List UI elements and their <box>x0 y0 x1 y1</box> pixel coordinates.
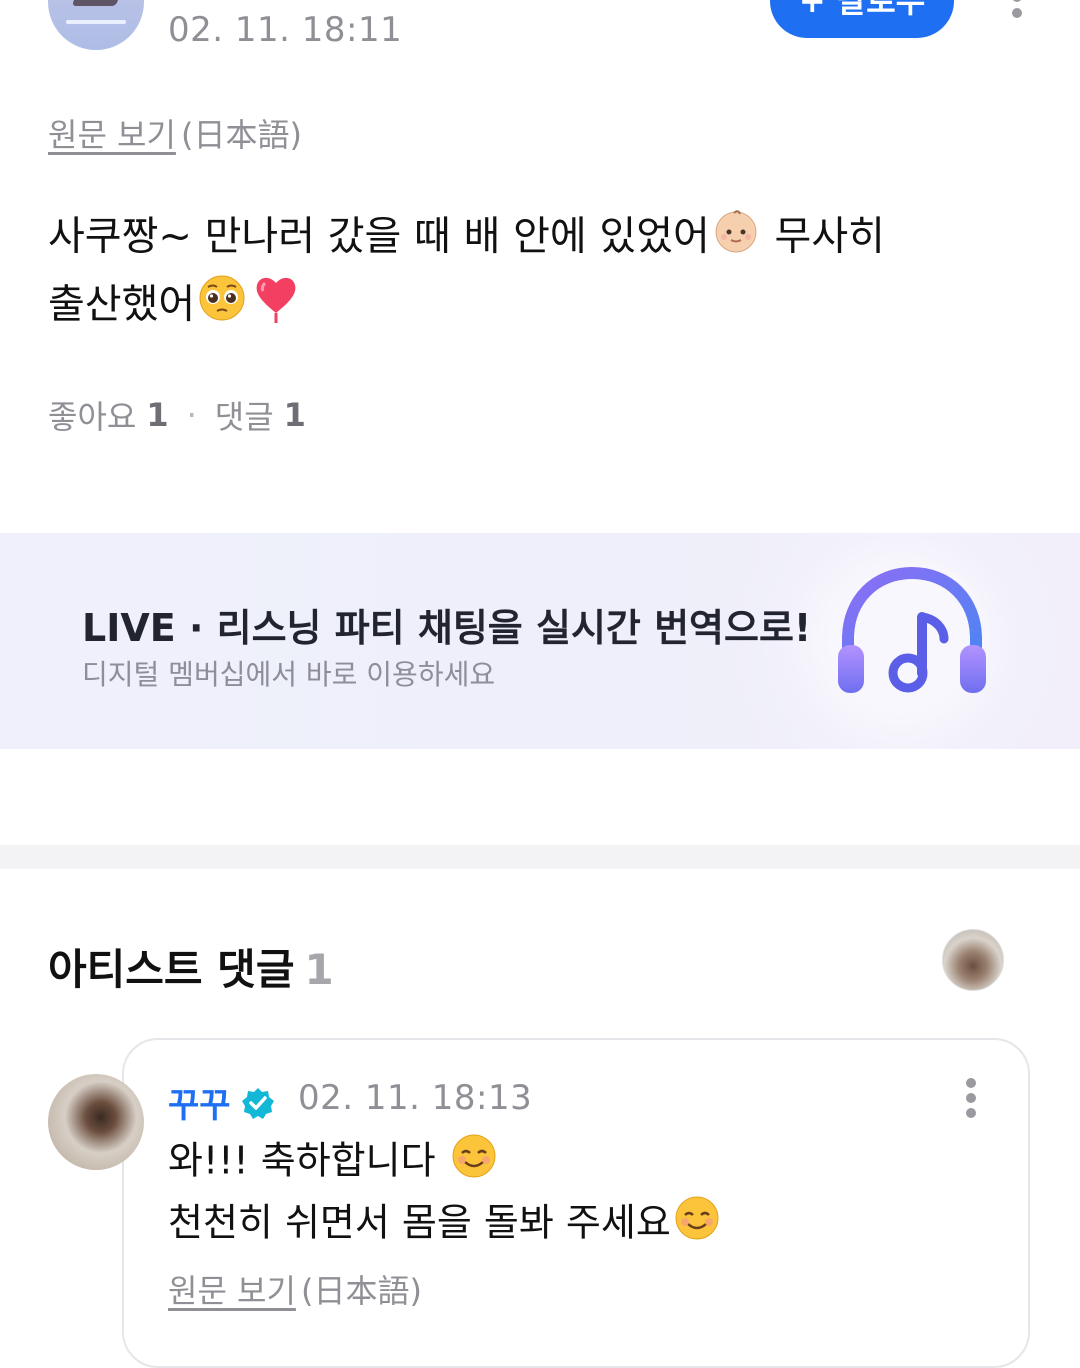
artist-comments-title: 아티스트 댓글 1 <box>48 936 334 997</box>
pleading-face-emoji <box>197 273 247 340</box>
heart-emoji <box>251 271 301 342</box>
comment-original-row: 원문 보기 (日本語) <box>168 1266 422 1312</box>
more-options-icon[interactable] <box>1000 0 1034 36</box>
smiling-face-emoji <box>450 1132 498 1194</box>
comment-view-original-link[interactable]: 원문 보기 <box>168 1272 296 1310</box>
author-avatar[interactable] <box>48 0 144 50</box>
post-stats: 좋아요 1 · 댓글 1 <box>48 392 306 438</box>
view-original-link[interactable]: 원문 보기 <box>48 116 176 154</box>
comment-timestamp: 02. 11. 18:13 <box>298 1078 533 1118</box>
artist-comments-count: 1 <box>304 945 334 994</box>
commenter-name[interactable]: 꾸꾸 <box>168 1078 231 1127</box>
post-body-line1-end: 무사히 <box>761 213 885 260</box>
comment-text: 와!!! 축하합니다 천천히 쉬면서 몸을 돌봐 주세요 <box>168 1132 988 1256</box>
smiling-face-emoji <box>673 1194 721 1256</box>
comments-count: 1 <box>283 396 306 434</box>
baby-face-emoji <box>712 206 760 271</box>
comment-more-options-icon[interactable] <box>956 1078 986 1118</box>
post-body-line1: 사쿠짱~ 만나러 갔을 때 배 안에 있었어 <box>48 213 710 260</box>
banner-subtitle: 디지털 멤버십에서 바로 이용하세요 <box>82 658 496 691</box>
original-language: (日本語) <box>181 116 303 154</box>
follow-button[interactable]: + 팔로우 <box>770 0 954 38</box>
comment-original-language: (日本語) <box>301 1272 423 1310</box>
likes-label[interactable]: 좋아요 <box>48 392 136 438</box>
post-body-line2: 출산했어 <box>48 281 196 328</box>
verified-badge-icon <box>241 1086 275 1120</box>
commenter-avatar[interactable] <box>48 1074 144 1170</box>
banner-title: LIVE · 리스닝 파티 채팅을 실시간 번역으로! <box>82 606 812 650</box>
artist-avatar-small[interactable] <box>942 929 1004 991</box>
original-text-row: 원문 보기 (日本語) <box>48 110 302 156</box>
artist-comments-label: 아티스트 댓글 <box>48 945 295 994</box>
comments-label[interactable]: 댓글 <box>215 392 274 438</box>
post-timestamp: 02. 11. 18:11 <box>168 10 403 50</box>
likes-count: 1 <box>146 396 169 434</box>
comment-line1: 와!!! 축하합니다 <box>168 1138 448 1183</box>
section-divider <box>0 845 1080 869</box>
headphones-music-icon <box>834 563 990 713</box>
comment-line2: 천천히 쉬면서 몸을 돌봐 주세요 <box>168 1200 671 1245</box>
commenter-name-row: 꾸꾸 <box>168 1078 275 1127</box>
stats-separator: · <box>186 396 197 434</box>
post-body: 사쿠짱~ 만나러 갔을 때 배 안에 있었어 무사히 출산했어 <box>48 206 1008 342</box>
